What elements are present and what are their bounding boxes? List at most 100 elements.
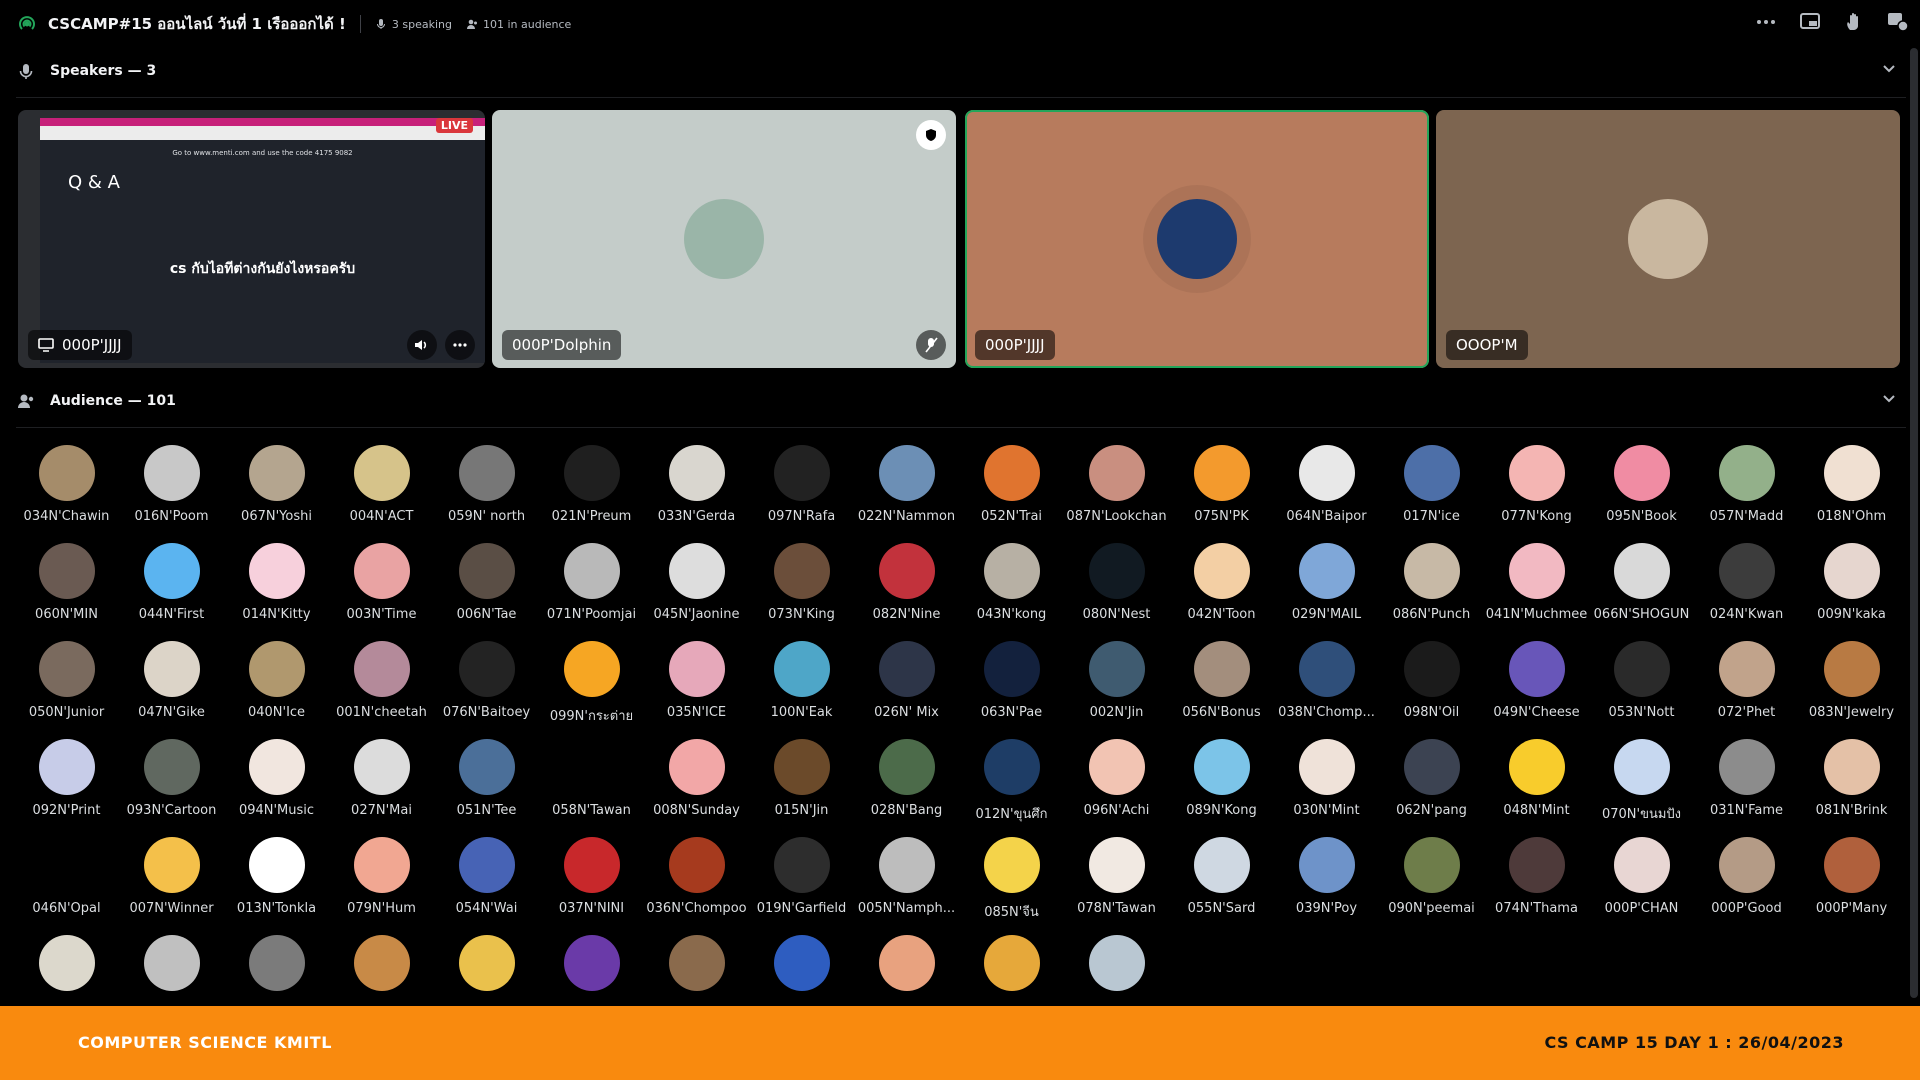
scrollbar[interactable]	[1910, 48, 1918, 998]
audience-member[interactable]: 064N'Baipor	[1274, 440, 1379, 538]
audience-member[interactable]: 077N'Kong	[1484, 440, 1589, 538]
audience-member[interactable]: 079N'Hum	[329, 832, 434, 930]
audience-member[interactable]: 049N'Cheese	[1484, 636, 1589, 734]
audience-member[interactable]: 063N'Pae	[959, 636, 1064, 734]
audience-member[interactable]: 005N'Namph...	[854, 832, 959, 930]
audience-member[interactable]: 043N'kong	[959, 538, 1064, 636]
audience-member[interactable]: 031N'Fame	[1694, 734, 1799, 832]
audience-member[interactable]: 100N'Eak	[749, 636, 854, 734]
audience-member[interactable]: 045N'Jaonine	[644, 538, 749, 636]
audience-member[interactable]: 050N'Junior	[14, 636, 119, 734]
popout-icon[interactable]	[1798, 10, 1822, 34]
speaker-tile-screenshare[interactable]: Go to www.menti.com and use the code 417…	[18, 110, 485, 368]
audience-member[interactable]: 008N'Sunday	[644, 734, 749, 832]
audience-member[interactable]: 013N'Tonkla	[224, 832, 329, 930]
audience-member[interactable]: 017N'ice	[1379, 440, 1484, 538]
audience-member[interactable]: 035N'ICE	[644, 636, 749, 734]
volume-icon[interactable]	[407, 330, 437, 360]
audience-member[interactable]: 098N'Oil	[1379, 636, 1484, 734]
audience-member[interactable]: 026N' Mix	[854, 636, 959, 734]
speaker-tile-speaking[interactable]: 000P'JJJJ	[965, 110, 1429, 368]
audience-member[interactable]: 082N'Nine	[854, 538, 959, 636]
audience-member[interactable]: 057N'Madd	[1694, 440, 1799, 538]
audience-member[interactable]: 051N'Tee	[434, 734, 539, 832]
audience-member[interactable]: 093N'Cartoon	[119, 734, 224, 832]
audience-member[interactable]: 018N'Ohm	[1799, 440, 1904, 538]
audience-member[interactable]: 047N'Gike	[119, 636, 224, 734]
audience-member[interactable]: 087N'Lookchan	[1064, 440, 1169, 538]
audience-member[interactable]: 072'Phet	[1694, 636, 1799, 734]
audience-member[interactable]: 054N'Wai	[434, 832, 539, 930]
audience-member[interactable]: 071N'Poomjai	[539, 538, 644, 636]
audience-member[interactable]: 022N'Nammon	[854, 440, 959, 538]
audience-member[interactable]: 041N'Muchmee	[1484, 538, 1589, 636]
audience-member[interactable]: 092N'Print	[14, 734, 119, 832]
audience-member[interactable]: 080N'Nest	[1064, 538, 1169, 636]
audience-member[interactable]: 015N'Jin	[749, 734, 854, 832]
audience-member[interactable]: 007N'Winner	[119, 832, 224, 930]
audience-member[interactable]: 060N'MIN	[14, 538, 119, 636]
audience-member[interactable]: 081N'Brink	[1799, 734, 1904, 832]
audience-member[interactable]: 003N'Time	[329, 538, 434, 636]
audience-member[interactable]: 001N'cheetah	[329, 636, 434, 734]
audience-member[interactable]: 000P'CHAN	[1589, 832, 1694, 930]
audience-member[interactable]: 070N'ขนมปัง	[1589, 734, 1694, 832]
audience-member[interactable]: 042N'Toon	[1169, 538, 1274, 636]
audience-member[interactable]: 078N'Tawan	[1064, 832, 1169, 930]
audience-member[interactable]: 089N'Kong	[1169, 734, 1274, 832]
audience-member[interactable]: 096N'Achi	[1064, 734, 1169, 832]
audience-member[interactable]: 099N'กระต่าย	[539, 636, 644, 734]
audience-member[interactable]: 036N'Chompoo	[644, 832, 749, 930]
audience-member[interactable]: 044N'First	[119, 538, 224, 636]
speaker-tile[interactable]: OOOP'M	[1436, 110, 1900, 368]
audience-member[interactable]: 028N'Bang	[854, 734, 959, 832]
audience-member[interactable]: 004N'ACT	[329, 440, 434, 538]
audience-member[interactable]: 014N'Kitty	[224, 538, 329, 636]
audience-member[interactable]: 034N'Chawin	[14, 440, 119, 538]
activity-icon[interactable]	[1886, 10, 1910, 34]
audience-member[interactable]: 019N'Garfield	[749, 832, 854, 930]
audience-member[interactable]: 067N'Yoshi	[224, 440, 329, 538]
audience-member[interactable]: 073N'King	[749, 538, 854, 636]
audience-member[interactable]: 085N'จีน	[959, 832, 1064, 930]
audience-member[interactable]: 090N'peemai	[1379, 832, 1484, 930]
audience-member[interactable]: 000P'Many	[1799, 832, 1904, 930]
audience-member[interactable]: 029N'MAIL	[1274, 538, 1379, 636]
audience-member[interactable]: 033N'Gerda	[644, 440, 749, 538]
audience-member[interactable]: 059N' north	[434, 440, 539, 538]
audience-member[interactable]: 097N'Rafa	[749, 440, 854, 538]
audience-header[interactable]: Audience — 101	[16, 386, 1896, 416]
audience-member[interactable]: 076N'Baitoey	[434, 636, 539, 734]
audience-member[interactable]: 009N'kaka	[1799, 538, 1904, 636]
audience-member[interactable]: 039N'Poy	[1274, 832, 1379, 930]
audience-member[interactable]: 037N'NINI	[539, 832, 644, 930]
more-icon[interactable]	[1754, 10, 1778, 34]
audience-member[interactable]: 046N'Opal	[14, 832, 119, 930]
audience-member[interactable]: 038N'Chomp...	[1274, 636, 1379, 734]
audience-member[interactable]: 000P'Good	[1694, 832, 1799, 930]
audience-member[interactable]: 012N'ขุนศึก	[959, 734, 1064, 832]
audience-member[interactable]: 074N'Thama	[1484, 832, 1589, 930]
audience-member[interactable]: 053N'Nott	[1589, 636, 1694, 734]
audience-member[interactable]: 075N'PK	[1169, 440, 1274, 538]
audience-member[interactable]: 062N'pang	[1379, 734, 1484, 832]
speakers-header[interactable]: Speakers — 3	[16, 56, 1896, 86]
more-options-icon[interactable]	[445, 330, 475, 360]
audience-member[interactable]: 016N'Poom	[119, 440, 224, 538]
audience-member[interactable]: 021N'Preum	[539, 440, 644, 538]
audience-member[interactable]: 058N'Tawan	[539, 734, 644, 832]
audience-member[interactable]: 052N'Trai	[959, 440, 1064, 538]
audience-member[interactable]: 027N'Mai	[329, 734, 434, 832]
audience-member[interactable]: 094N'Music	[224, 734, 329, 832]
audience-member[interactable]: 002N'Jin	[1064, 636, 1169, 734]
audience-member[interactable]: 083N'Jewelry	[1799, 636, 1904, 734]
audience-member[interactable]: 095N'Book	[1589, 440, 1694, 538]
chevron-down-icon[interactable]	[1882, 391, 1896, 405]
audience-member[interactable]: 055N'Sard	[1169, 832, 1274, 930]
audience-member[interactable]: 056N'Bonus	[1169, 636, 1274, 734]
audience-member[interactable]: 024N'Kwan	[1694, 538, 1799, 636]
audience-member[interactable]: 040N'Ice	[224, 636, 329, 734]
audience-member[interactable]: 006N'Tae	[434, 538, 539, 636]
audience-member[interactable]: 048N'Mint	[1484, 734, 1589, 832]
audience-member[interactable]: 086N'Punch	[1379, 538, 1484, 636]
